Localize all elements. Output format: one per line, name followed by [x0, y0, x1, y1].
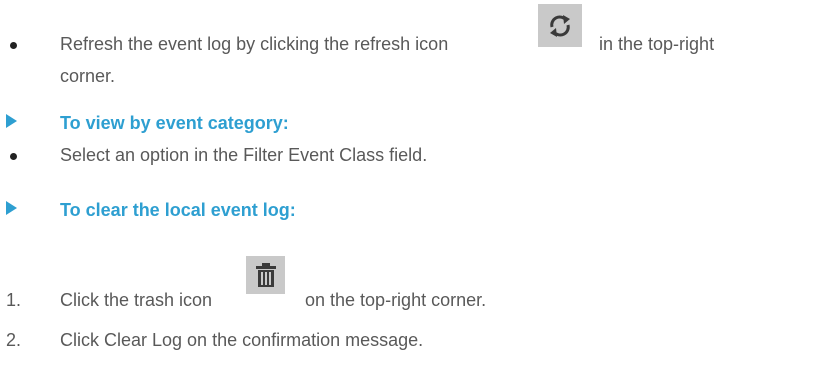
category-bullet-text: Select an option in the Filter Event Cla… — [60, 145, 428, 165]
refresh-instruction-text: Refresh the event log by clicking the re… — [60, 34, 448, 55]
section-heading-clear: To clear the local event log: — [60, 200, 296, 220]
refresh-text-line2: corner. — [60, 66, 116, 86]
bullet-marker — [10, 153, 17, 160]
trash-icon — [246, 256, 285, 294]
step-number: 2. — [6, 330, 22, 350]
section-arrow-icon — [6, 114, 17, 128]
section-heading-category: To view by event category: — [60, 113, 289, 133]
bullet-marker — [10, 42, 17, 49]
refresh-text-before: Refresh the event log by clicking the re… — [60, 34, 449, 54]
trash-text-before: Click the trash icon — [60, 290, 213, 310]
clear-log-text: Click Clear Log on the confirmation mess… — [60, 330, 424, 350]
refresh-icon — [538, 4, 582, 47]
section-arrow-icon — [6, 201, 17, 215]
step-number: 1. — [6, 290, 22, 310]
refresh-text-after: in the top-right — [599, 34, 715, 54]
trash-text-after: on the top-right corner. — [305, 290, 487, 310]
